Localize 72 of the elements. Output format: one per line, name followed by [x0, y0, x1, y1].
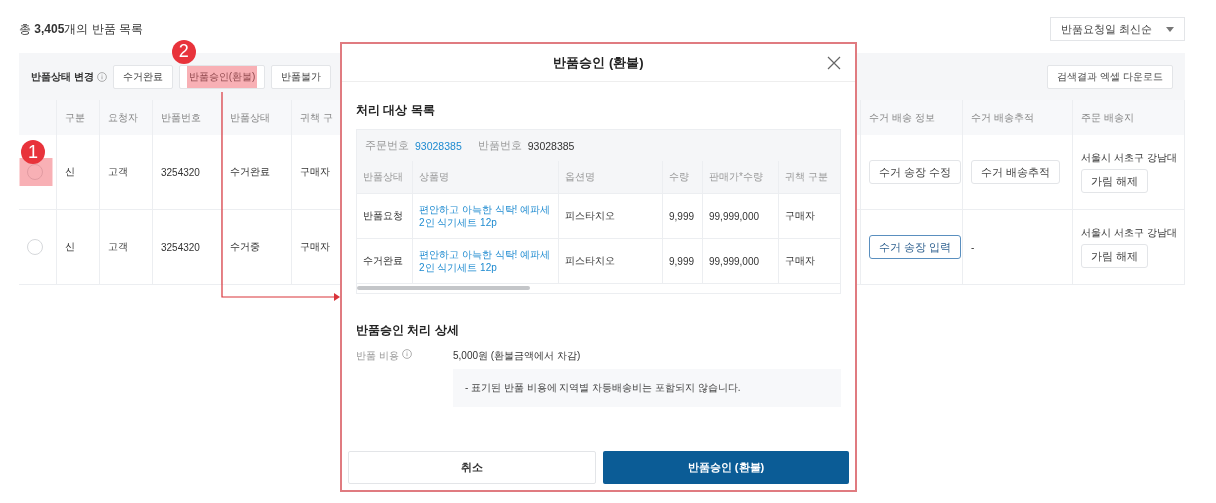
column-header: 반품번호	[153, 100, 222, 135]
column-header: 수량	[663, 161, 703, 193]
step-badge: 1	[21, 140, 45, 164]
column-header: 반품상태	[357, 161, 413, 193]
table-cell: 3254320	[161, 241, 200, 253]
status-change-label: 반품상태 변경	[31, 69, 94, 84]
tracking-button[interactable]: 수거 배송추적	[971, 160, 1061, 184]
table-cell: 99,999,000	[709, 210, 760, 222]
cancel-button[interactable]: 취소	[348, 451, 596, 484]
table-cell: 구매자	[785, 254, 815, 268]
highlight	[187, 65, 258, 88]
table-cell: 고객	[108, 240, 128, 254]
column-header: 반품상태	[222, 100, 292, 135]
table-cell: 신	[65, 240, 75, 254]
table-cell: 구매자	[785, 209, 815, 223]
row-radio[interactable]	[27, 239, 43, 255]
unmask-button[interactable]: 가림 해제	[1081, 169, 1149, 193]
status-button[interactable]: 반품불가	[271, 64, 332, 89]
table-cell: 구매자	[300, 165, 330, 179]
table-cell: 수거완료	[363, 254, 403, 268]
return-number: 93028385	[527, 139, 575, 152]
column-header: 귀책 구분	[779, 161, 840, 193]
column-header: 요청자	[100, 100, 153, 135]
table-cell: 고객	[108, 165, 128, 179]
table-cell: 신	[65, 165, 75, 179]
step-badge: 2	[171, 39, 196, 64]
table-cell: 9,999	[669, 210, 695, 222]
product-link[interactable]: 편안하고 아늑한 식탁! 예파세 2인 식기세트 12p	[419, 247, 552, 275]
column-header: 구분	[57, 100, 100, 135]
table-cell: 피스타치오	[565, 209, 615, 223]
close-icon[interactable]	[827, 56, 841, 70]
scrollbar-thumb[interactable]	[357, 286, 530, 290]
section-title: 처리 대상 목록	[356, 102, 436, 119]
row-radio[interactable]	[27, 164, 43, 180]
sort-dropdown[interactable]: 반품요청일 최신순	[1050, 17, 1185, 41]
column-header: 수거 배송 정보	[861, 100, 963, 135]
info-icon	[96, 71, 107, 82]
list-heading: 총 3,405개의 반품 목록	[19, 20, 144, 38]
column-header: 수거 배송추적	[963, 100, 1073, 135]
caret-icon	[1166, 26, 1174, 32]
return-number-label: 반품번호	[477, 138, 522, 153]
table-cell: 3254320	[161, 166, 200, 178]
status-button[interactable]: 수거완료	[112, 64, 173, 89]
product-link[interactable]: 편안하고 아늑한 식탁! 예파세 2인 식기세트 12p	[419, 202, 552, 230]
section-title: 반품승인 처리 상세	[356, 322, 460, 339]
column-header: 주문 배송지	[1073, 100, 1185, 135]
fee-label: 반품 비용	[356, 349, 399, 363]
confirm-button[interactable]: 반품승인 (환불)	[603, 451, 849, 484]
status-button[interactable]: 반품승인(환불)	[178, 64, 266, 89]
unmask-button[interactable]: 가림 해제	[1081, 244, 1149, 268]
order-number-link[interactable]: 93028385	[415, 139, 462, 152]
table-cell: 9,999	[669, 255, 695, 267]
address-text: 서울시 서초구 강남대	[1081, 151, 1177, 165]
column-header: 상품명	[413, 161, 559, 193]
address-text: 서울시 서초구 강남대	[1081, 226, 1177, 240]
invoice-button[interactable]: 수거 송장 수정	[869, 160, 962, 184]
table-cell: 99,999,000	[709, 255, 760, 267]
table-cell: 반품요청	[363, 209, 403, 223]
table-cell: 피스타치오	[565, 254, 615, 268]
table-cell: 수거중	[230, 240, 260, 254]
invoice-button[interactable]: 수거 송장 입력	[869, 235, 962, 259]
fee-value: 5,000원 (환불금액에서 차감)	[453, 349, 582, 363]
order-number-label: 주문번호	[365, 138, 409, 153]
table-cell: -	[971, 241, 975, 253]
info-icon	[401, 349, 412, 359]
notice-text: - 표기된 반품 비용에 지역별 차등배송비는 포함되지 않습니다.	[465, 381, 741, 395]
table-cell: 구매자	[300, 240, 330, 254]
modal-title: 반품승인 (환불)	[553, 53, 644, 72]
table-cell: 수거완료	[230, 165, 270, 179]
excel-download-button[interactable]: 검색결과 엑셀 다운로드	[1047, 64, 1173, 89]
column-header: 옵션명	[559, 161, 663, 193]
column-header: 판매가*수량	[703, 161, 779, 193]
